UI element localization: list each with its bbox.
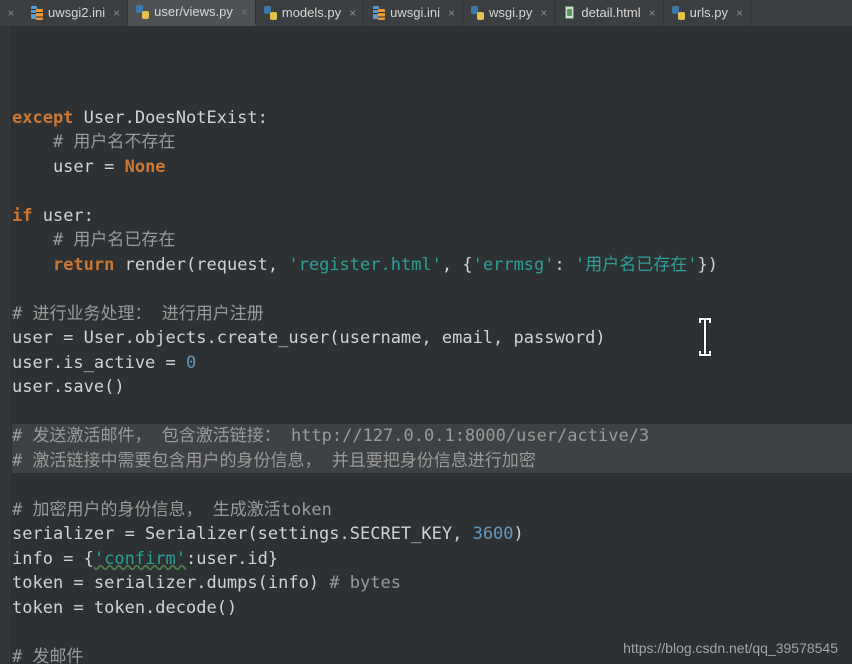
code-token-txt: user: — [32, 205, 94, 226]
code-token-cmt: # 发邮件 — [12, 646, 84, 664]
code-line[interactable]: user = None — [12, 155, 852, 180]
editor-tab-label: uwsgi.ini — [390, 5, 440, 20]
code-token-cmt: # bytes — [329, 573, 401, 593]
code-line[interactable]: if user: — [12, 204, 852, 229]
editor-tab-uwsgi-ini[interactable]: uwsgi.ini × — [364, 0, 464, 26]
tab-close-icon[interactable]: × — [113, 7, 120, 19]
code-line[interactable]: # 进行业务处理： 进行用户注册 — [12, 302, 852, 327]
code-token-txt: user = — [12, 156, 125, 177]
code-token-cmt: # 用户名不存在 — [12, 132, 176, 152]
code-token-txt: }) — [697, 254, 718, 275]
code-line[interactable]: # 用户名已存在 — [12, 228, 852, 253]
python-file-icon — [136, 5, 150, 19]
code-token-str: 'confirm' — [93, 548, 187, 569]
python-file-icon — [671, 6, 685, 20]
code-token-str: 'errmsg' — [472, 254, 555, 275]
code-line[interactable]: token = serializer.dumps(info) # bytes — [12, 571, 852, 596]
code-line[interactable]: info = {'confirm':user.id} — [12, 547, 852, 572]
code-line[interactable]: # 加密用户的身份信息， 生成激活token — [12, 498, 852, 523]
ini-file-icon — [372, 6, 386, 20]
python-file-icon — [471, 6, 485, 20]
python-file-icon — [263, 6, 277, 20]
code-line[interactable]: token = token.decode() — [12, 596, 852, 621]
editor-tab-label: uwsgi2.ini — [48, 5, 106, 20]
code-token-txt: info = { — [12, 548, 94, 569]
code-token-txt: token = serializer.dumps(info) — [12, 573, 330, 593]
code-token-txt: user.is_active = — [12, 352, 186, 373]
editor-gutter[interactable] — [0, 26, 10, 664]
code-line[interactable] — [12, 400, 852, 425]
code-token-cmt: # 发送激活邮件， 包含激活链接： http://127.0.0.1:8000/… — [12, 426, 650, 446]
code-token-txt: user = User.objects.create_user(username… — [12, 328, 606, 348]
code-token-num: 3600 — [472, 524, 514, 544]
code-editor-pane[interactable]: except User.DoesNotExist: # 用户名不存在 user … — [0, 26, 852, 664]
code-line[interactable]: user.is_active = 0 — [12, 351, 852, 376]
code-token-num: 0 — [186, 352, 197, 373]
editor-tab-label: wsgi.py — [489, 5, 533, 20]
code-token-str: '用户名已存在' — [575, 254, 698, 275]
editor-tab-models-py[interactable]: models.py × — [255, 0, 365, 26]
code-token-kw: None — [124, 156, 166, 177]
editor-tab-label: models.py — [281, 5, 342, 20]
code-token-txt: render(request, — [114, 254, 289, 275]
editor-tab-label: user/views.py — [154, 4, 233, 19]
editor-tab-wsgi-py[interactable]: wsgi.py × — [463, 0, 556, 26]
code-token-kw: return — [52, 254, 115, 275]
editor-tab-uwsgi2-ini[interactable]: uwsgi2.ini × — [22, 0, 129, 26]
editor-tab-detail-html[interactable]: detail.html × — [555, 0, 664, 26]
code-token-str: 'register.html' — [288, 254, 442, 275]
editor-tab-bar: × uwsgi2.ini × user/views.py × models.py × uws… — [0, 0, 852, 27]
code-token-kw: except — [12, 107, 74, 128]
code-line[interactable]: user.save() — [12, 375, 852, 400]
code-line[interactable]: except User.DoesNotExist: — [12, 106, 852, 131]
editor-tab-urls-py[interactable]: urls.py × — [663, 0, 751, 26]
code-line[interactable] — [12, 277, 852, 302]
code-token-txt: user.save() — [12, 377, 125, 397]
code-token-txt: serializer = Serializer(settings.SECRET_… — [12, 524, 473, 544]
code-token-txt: :user.id} — [186, 548, 279, 569]
code-token-cmt: # 激活链接中需要包含用户的身份信息， 并且要把身份信息进行加密 — [12, 450, 536, 471]
code-line[interactable]: serializer = Serializer(settings.SECRET_… — [12, 522, 852, 547]
code-line[interactable]: user = User.objects.create_user(username… — [12, 326, 852, 351]
tab-close-icon[interactable]: × — [241, 6, 248, 18]
editor-tab-user-views-py[interactable]: user/views.py × — [128, 0, 256, 26]
ini-file-icon — [30, 6, 43, 20]
code-token-cmt: # 用户名已存在 — [12, 230, 176, 250]
code-line[interactable] — [12, 179, 852, 204]
code-token-txt: , { — [441, 254, 473, 275]
code-token-txt: ) — [513, 524, 524, 544]
code-line[interactable]: return render(request, 'register.html', … — [12, 253, 852, 278]
code-token-txt: User.DoesNotExist: — [73, 107, 268, 128]
code-line[interactable]: # 激活链接中需要包含用户的身份信息， 并且要把身份信息进行加密 — [12, 448, 852, 473]
code-token-cmt: # 加密用户的身份信息， 生成激活token — [12, 499, 332, 520]
code-line[interactable]: # 发送激活邮件， 包含激活链接： http://127.0.0.1:8000/… — [12, 424, 852, 449]
code-line[interactable]: # 用户名不存在 — [12, 130, 852, 155]
editor-tab-label: detail.html — [581, 5, 641, 20]
tab-close-icon[interactable]: × — [540, 7, 547, 19]
code-token-kw: if — [12, 205, 33, 226]
code-content[interactable]: except User.DoesNotExist: # 用户名不存在 user … — [12, 32, 852, 664]
code-token-txt: : — [554, 254, 575, 275]
code-token-txt: token = token.decode() — [12, 597, 238, 618]
code-token-cmt: # 进行业务处理： 进行用户注册 — [12, 303, 264, 324]
tab-close-icon[interactable]: × — [448, 7, 455, 19]
html-file-icon — [563, 6, 576, 20]
tab-close-icon[interactable]: × — [649, 7, 656, 19]
tab-close-icon[interactable]: × — [349, 7, 356, 19]
watermark-text: https://blog.csdn.net/qq_39578545 — [623, 640, 838, 656]
editor-tab-label: urls.py — [689, 5, 728, 20]
tab-close-icon[interactable]: × — [736, 7, 743, 19]
code-line[interactable] — [12, 473, 852, 498]
tabbar-leading-close-icon[interactable]: × — [0, 0, 22, 26]
